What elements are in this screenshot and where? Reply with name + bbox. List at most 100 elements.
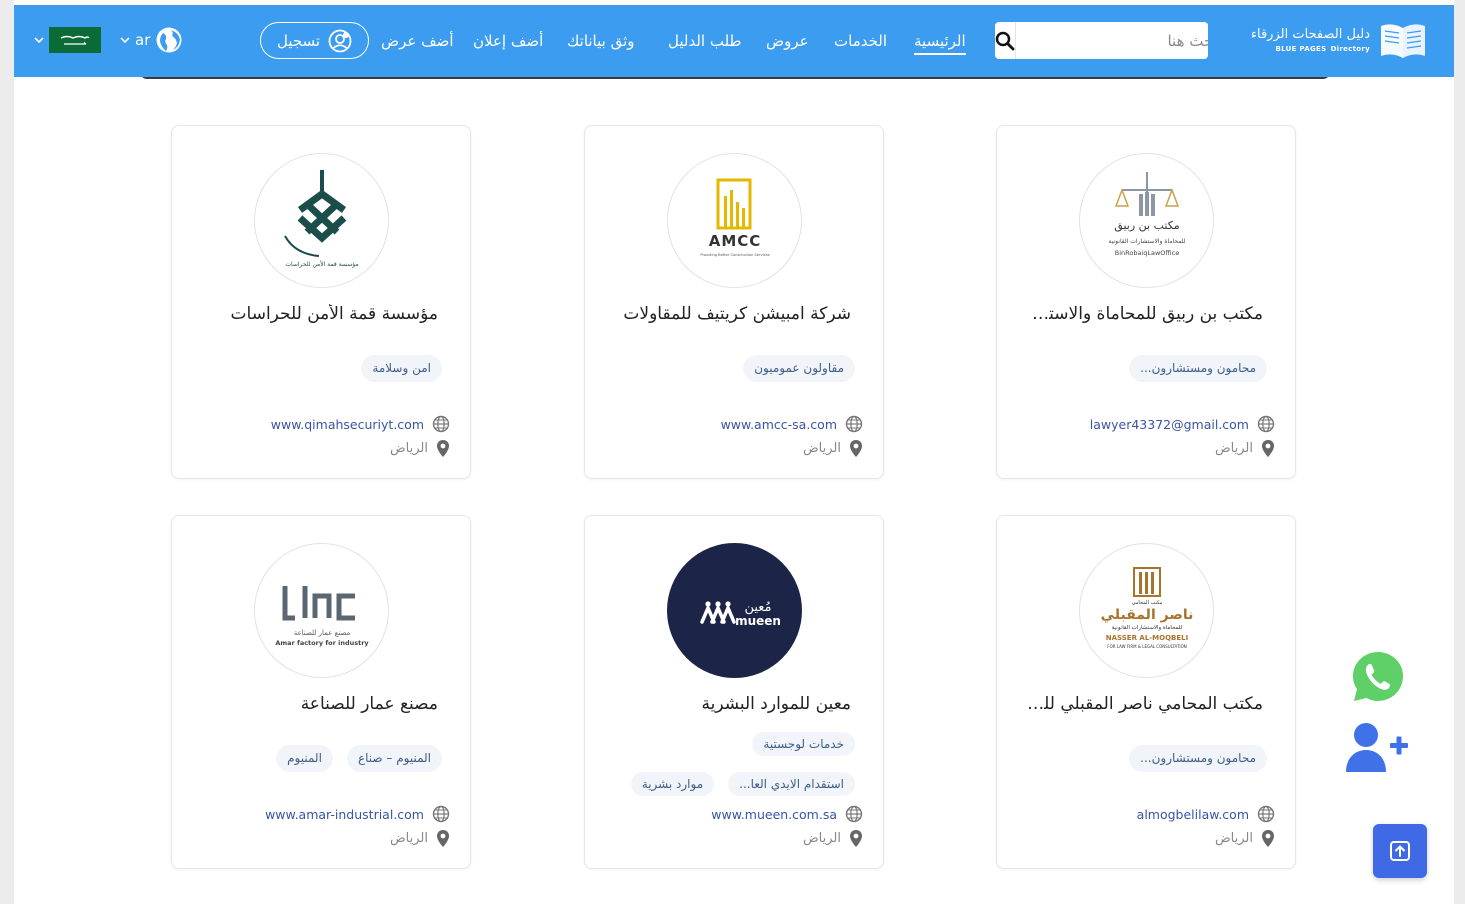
- city-label: الرياض: [389, 441, 428, 456]
- search-bar: [995, 22, 1208, 59]
- register-button[interactable]: تسجيل: [260, 22, 369, 59]
- website-link[interactable]: lawyer43372@gmail.com: [1090, 417, 1249, 432]
- svg-text:مُعين: مُعين: [744, 600, 771, 615]
- listing-title[interactable]: مكتب المحامي ناصر المقبلي للمحاماة والاس…: [1023, 694, 1263, 714]
- svg-text:Amar factory for industry: Amar factory for industry: [275, 639, 369, 647]
- listing-location: الرياض: [803, 439, 863, 458]
- listing-card[interactable]: AMCC Providing Better Construction Servi…: [584, 125, 884, 479]
- location-pin-icon: [850, 440, 862, 457]
- top-navbar: دليل الصفحات الزرقاء BLUE PAGES Director…: [14, 5, 1454, 77]
- whatsapp-button[interactable]: [1350, 649, 1406, 709]
- logo-arabic-text: دليل الصفحات الزرقاء: [1250, 26, 1370, 42]
- location-pin-icon: [1262, 440, 1274, 457]
- company-logo: مؤسسة قمة الأمن للحراسات: [254, 153, 389, 288]
- register-label: تسجيل: [276, 31, 321, 50]
- website-link[interactable]: www.amar-industrial.com: [265, 807, 424, 822]
- website-link[interactable]: www.qimahsecuriyt.com: [271, 417, 424, 432]
- country-selector[interactable]: [34, 27, 101, 53]
- listing-title[interactable]: معين للموارد البشرية: [611, 694, 851, 714]
- svg-text:مكتب بن ربيق: مكتب بن ربيق: [1114, 219, 1179, 233]
- svg-text:مكتب المحامي: مكتب المحامي: [1131, 600, 1162, 606]
- add-user-button[interactable]: [1344, 720, 1410, 780]
- globe-icon: [156, 27, 182, 53]
- listing-title[interactable]: مكتب بن ربيق للمحاماة والاستشارات القانو…: [1023, 304, 1263, 324]
- listing-tags: امن وسلامة: [194, 355, 442, 382]
- svg-text:للمحاماة والاستشارات القانونية: للمحاماة والاستشارات القانونية: [1111, 625, 1182, 631]
- category-tag[interactable]: مقاولون عموميون: [743, 355, 855, 382]
- listing-card[interactable]: مكتب بن ربيق للمحاماة والاستشارات القانو…: [996, 125, 1296, 479]
- search-input[interactable]: [1016, 22, 1208, 59]
- category-tag[interactable]: خدمات لوجستية: [752, 732, 855, 756]
- chevron-down-icon: [34, 37, 44, 44]
- scroll-to-top-button[interactable]: [1373, 824, 1427, 878]
- nav-offers[interactable]: عروض: [766, 32, 809, 50]
- logo-english-text: BLUE PAGES Directory: [1275, 45, 1370, 54]
- city-label: الرياض: [802, 831, 841, 846]
- language-code: ar: [135, 31, 151, 49]
- listing-location: الرياض: [1215, 829, 1275, 848]
- svg-text:مؤسسة قمة الأمن للحراسات: مؤسسة قمة الأمن للحراسات: [285, 260, 358, 268]
- globe-icon: [432, 415, 450, 433]
- listing-title[interactable]: شركة امبيشن كريتيف للمقاولات: [611, 304, 851, 324]
- search-button[interactable]: [995, 22, 1016, 59]
- globe-icon: [845, 805, 863, 823]
- listing-title[interactable]: مصنع عمار للصناعة: [198, 694, 438, 714]
- listing-title[interactable]: مؤسسة قمة الأمن للحراسات: [198, 304, 438, 324]
- svg-text:BinRobaiqLawOffice: BinRobaiqLawOffice: [1114, 249, 1179, 257]
- location-pin-icon: [437, 830, 449, 847]
- listing-tags: المنيوم – صناع المنيوم: [194, 745, 442, 772]
- listing-tags: محامون ومستشارون...: [1019, 355, 1267, 382]
- category-tag[interactable]: استقدام الايدي العا...: [728, 772, 855, 796]
- category-tag[interactable]: المنيوم – صناع: [346, 745, 442, 772]
- category-tag[interactable]: امن وسلامة: [361, 355, 442, 382]
- svg-text:mueen: mueen: [735, 614, 781, 628]
- nav-add-ad[interactable]: أضف إعلان: [473, 32, 543, 50]
- book-icon: [1381, 24, 1425, 58]
- chevron-down-icon: [120, 37, 130, 44]
- listing-location: الرياض: [390, 829, 450, 848]
- search-icon: [995, 31, 1015, 50]
- category-tag[interactable]: محامون ومستشارون...: [1129, 355, 1267, 382]
- globe-icon: [845, 415, 863, 433]
- listing-tags: خدمات لوجستية استقدام الايدي العا... موا…: [607, 732, 855, 796]
- listing-website: www.amar-industrial.com: [265, 805, 450, 823]
- listing-tags: محامون ومستشارون...: [1019, 745, 1267, 772]
- listing-website: almogbelilaw.com: [1137, 805, 1275, 823]
- listing-website: lawyer43372@gmail.com: [1090, 415, 1275, 433]
- location-pin-icon: [437, 440, 449, 457]
- site-logo[interactable]: دليل الصفحات الزرقاء BLUE PAGES Director…: [1251, 20, 1428, 62]
- listing-tags: مقاولون عموميون: [607, 355, 855, 382]
- city-label: الرياض: [802, 441, 841, 456]
- city-label: الرياض: [1214, 441, 1253, 456]
- nav-verify-data[interactable]: وثق بياناتك: [567, 32, 635, 50]
- nav-services[interactable]: الخدمات: [834, 32, 887, 50]
- website-link[interactable]: www.mueen.com.sa: [711, 807, 837, 822]
- category-tag[interactable]: محامون ومستشارون...: [1129, 745, 1267, 772]
- svg-text:Providing Better Construction: Providing Better Construction Services: [700, 253, 769, 257]
- listing-card[interactable]: مؤسسة قمة الأمن للحراسات مؤسسة قمة الأمن…: [171, 125, 471, 479]
- city-label: الرياض: [389, 831, 428, 846]
- category-tag[interactable]: موارد بشرية: [630, 772, 715, 796]
- whatsapp-icon: [1353, 652, 1403, 701]
- company-logo: مكتب بن ربيق للمحاماة والاستشارات القانو…: [1079, 153, 1214, 288]
- website-link[interactable]: almogbelilaw.com: [1137, 807, 1249, 822]
- listing-website: www.qimahsecuriyt.com: [271, 415, 450, 433]
- location-pin-icon: [1262, 830, 1274, 847]
- listing-website: www.amcc-sa.com: [721, 415, 863, 433]
- nav-home[interactable]: الرئيسية: [914, 32, 966, 55]
- listing-card[interactable]: مُعين mueen معين للموارد البشرية خدمات ل…: [584, 515, 884, 869]
- svg-text:NASSER AL-MOQBELI: NASSER AL-MOQBELI: [1105, 634, 1188, 642]
- nav-request-directory[interactable]: طلب الدليل: [668, 32, 741, 50]
- language-selector[interactable]: ar: [120, 26, 183, 54]
- nav-add-offer[interactable]: أضف عرض: [381, 32, 454, 50]
- user-circle-icon: [328, 29, 352, 52]
- listing-card[interactable]: مصنع عمار للصناعة Amar factory for indus…: [171, 515, 471, 869]
- category-tag[interactable]: المنيوم: [276, 745, 333, 772]
- svg-text:AMCC: AMCC: [708, 232, 761, 250]
- listing-card[interactable]: مكتب المحامي ناصر المقبلي للمحاماة والاس…: [996, 515, 1296, 869]
- listing-location: الرياض: [803, 829, 863, 848]
- svg-text:للمحاماة والاستشارات القانونية: للمحاماة والاستشارات القانونية: [1108, 238, 1185, 245]
- svg-text:FOR LAW FIRM & LEGAL CONSULTAT: FOR LAW FIRM & LEGAL CONSULTATION: [1107, 644, 1186, 649]
- website-link[interactable]: www.amcc-sa.com: [721, 417, 837, 432]
- globe-icon: [1257, 805, 1275, 823]
